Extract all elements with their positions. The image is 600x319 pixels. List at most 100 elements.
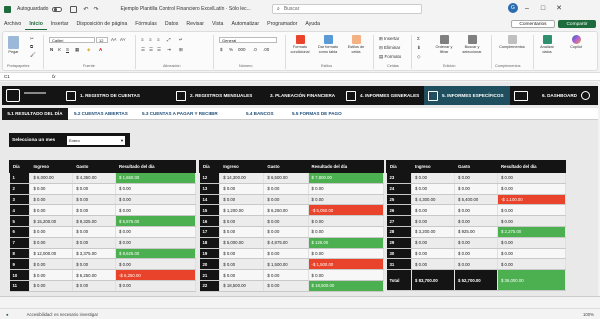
insert-cells-button[interactable]: ⊞ Insertar [379, 36, 399, 42]
expense-cell[interactable]: $ 0.00 [454, 248, 498, 260]
user-avatar[interactable]: G [508, 3, 518, 13]
menu-disposicion[interactable]: Disposición de página [72, 18, 131, 30]
result-cell[interactable]: $ 0.00 [115, 258, 197, 271]
align-top-icon[interactable]: ≡ [141, 37, 144, 42]
result-cell[interactable]: $ 0.00 [497, 248, 567, 260]
day-cell[interactable]: 14 [199, 194, 221, 206]
autosum-icon[interactable]: Σ [417, 36, 420, 41]
autosave-toggle[interactable] [52, 6, 63, 12]
expense-cell[interactable]: $ 0.00 [263, 280, 309, 292]
comments-button[interactable]: Comentarios [511, 20, 555, 28]
income-cell[interactable]: $ 0.00 [29, 258, 74, 271]
income-cell[interactable]: $ 0.00 [411, 204, 455, 217]
income-cell[interactable]: $ 0.00 [29, 226, 74, 238]
income-cell[interactable]: $ 0.00 [411, 248, 455, 260]
undo-icon[interactable]: ↶ [83, 6, 88, 13]
wrap-text-icon[interactable]: ↵ [179, 37, 183, 43]
result-cell[interactable]: $ 0.00 [115, 226, 197, 238]
expense-cell[interactable]: $ 0.00 [72, 237, 116, 249]
income-cell[interactable]: $ 0.00 [29, 280, 74, 292]
day-cell[interactable]: 20 [199, 258, 221, 271]
result-cell[interactable]: $ 0.00 [115, 194, 197, 206]
income-cell[interactable]: $ 12,000.00 [29, 248, 74, 260]
result-cell[interactable]: $ 0.00 [497, 215, 567, 227]
save-icon[interactable] [70, 5, 78, 13]
day-cell[interactable]: 17 [199, 226, 221, 238]
income-cell[interactable]: $ 4,300.00 [411, 194, 455, 206]
day-cell[interactable]: 6 [9, 226, 31, 238]
result-cell[interactable]: $ 0.00 [115, 237, 197, 249]
subtab-cuentas-pagar-recibir[interactable]: 5.3 CUENTAS A PAGAR Y RECIBIR [138, 108, 222, 120]
total-label[interactable]: Total [386, 269, 413, 292]
result-cell[interactable]: $ 0.00 [115, 280, 197, 292]
paste-button[interactable]: Pegar [8, 36, 19, 54]
income-cell[interactable]: $ 6,000.00 [29, 172, 74, 184]
conditional-format-button[interactable]: Formato condicional [289, 35, 311, 54]
income-cell[interactable]: $ 0.00 [411, 237, 455, 249]
nav-registro-cuentas[interactable]: 1. REGISTRO DE CUENTAS [66, 86, 172, 105]
expense-cell[interactable]: $ 0.00 [72, 226, 116, 238]
day-cell[interactable]: 21 [199, 269, 221, 281]
expense-cell[interactable]: $ 0.00 [263, 248, 309, 260]
copilot-button[interactable]: Copilot [563, 35, 589, 49]
result-cell[interactable]: $ 0.00 [308, 215, 385, 227]
minimize-icon[interactable]: – [520, 5, 534, 12]
underline-icon[interactable]: S [66, 47, 69, 52]
expense-cell[interactable]: $ 0.00 [263, 269, 309, 281]
total-result[interactable]: $ 36,000.00 [497, 269, 567, 292]
day-cell[interactable]: 24 [386, 183, 413, 195]
name-box[interactable]: C1 [4, 74, 34, 80]
align-middle-icon[interactable]: ≡ [149, 37, 152, 42]
nav-registros-mensuales[interactable]: 2. REGISTROS MENSUALES [176, 86, 268, 105]
find-select-button[interactable]: Buscar y seleccionar [459, 35, 485, 54]
day-cell[interactable]: 8 [9, 248, 31, 260]
month-dropdown[interactable]: Enero [67, 135, 125, 145]
result-cell[interactable]: $ 5,875.00 [115, 215, 197, 227]
day-cell[interactable]: 7 [9, 237, 31, 249]
day-cell[interactable]: 4 [9, 204, 31, 217]
menu-datos[interactable]: Datos [161, 18, 183, 30]
day-cell[interactable]: 2 [9, 183, 31, 195]
day-cell[interactable]: 30 [386, 248, 413, 260]
day-cell[interactable]: 25 [386, 194, 413, 206]
day-cell[interactable]: 18 [199, 237, 221, 249]
result-cell[interactable]: $ 0.00 [308, 183, 385, 195]
result-cell[interactable]: $ 0.00 [308, 248, 385, 260]
copy-icon[interactable]: ⧉ [30, 44, 33, 49]
income-cell[interactable]: $ 1,200.00 [219, 204, 265, 217]
income-cell[interactable]: $ 0.00 [411, 258, 455, 271]
income-cell[interactable]: $ 0.00 [219, 269, 265, 281]
borders-icon[interactable]: ▦ [75, 47, 79, 53]
expense-cell[interactable]: $ 9,325.00 [72, 215, 116, 227]
shrink-font-icon[interactable]: A˅ [120, 37, 126, 42]
expense-cell[interactable]: $ 0.00 [263, 194, 309, 206]
expense-cell[interactable]: $ 1,500.00 [263, 258, 309, 271]
income-cell[interactable]: $ 0.00 [29, 269, 74, 281]
expense-cell[interactable]: $ 3,375.00 [72, 248, 116, 260]
day-cell[interactable]: 1 [9, 172, 31, 184]
accessibility-status[interactable]: Accesibilidad: es necesario investigar [27, 312, 98, 317]
income-cell[interactable]: $ 5,000.00 [219, 237, 265, 249]
font-size-select[interactable]: 12 [96, 37, 108, 43]
format-table-button[interactable]: Dar formato como tabla [315, 35, 341, 54]
expense-cell[interactable]: $ 0.00 [454, 183, 498, 195]
day-cell[interactable]: 3 [9, 194, 31, 206]
result-cell[interactable]: -$ 6,250.00 [115, 269, 197, 281]
expense-cell[interactable]: $ 0.00 [263, 183, 309, 195]
zoom-level[interactable]: 100% [583, 312, 594, 317]
income-cell[interactable]: $ 0.00 [29, 183, 74, 195]
cell-styles-button[interactable]: Estilos de celda [345, 35, 367, 54]
total-income[interactable]: $ 83,700.00 [411, 269, 455, 292]
menu-programador[interactable]: Programador [263, 18, 301, 30]
menu-revisar[interactable]: Revisar [182, 18, 208, 30]
menu-formulas[interactable]: Fórmulas [131, 18, 161, 30]
delete-cells-button[interactable]: ⊟ Eliminar [379, 45, 400, 51]
income-cell[interactable]: $ 0.00 [411, 172, 455, 184]
format-cells-button[interactable]: ▤ Formato [379, 54, 401, 60]
fx-icon[interactable]: fx [52, 74, 56, 79]
result-cell[interactable]: $ 0.00 [497, 258, 567, 271]
grow-font-icon[interactable]: A˄ [111, 37, 117, 42]
clear-icon[interactable]: ◇ [417, 54, 420, 60]
income-cell[interactable]: $ 0.00 [219, 183, 265, 195]
redo-icon[interactable]: ↷ [93, 6, 98, 13]
